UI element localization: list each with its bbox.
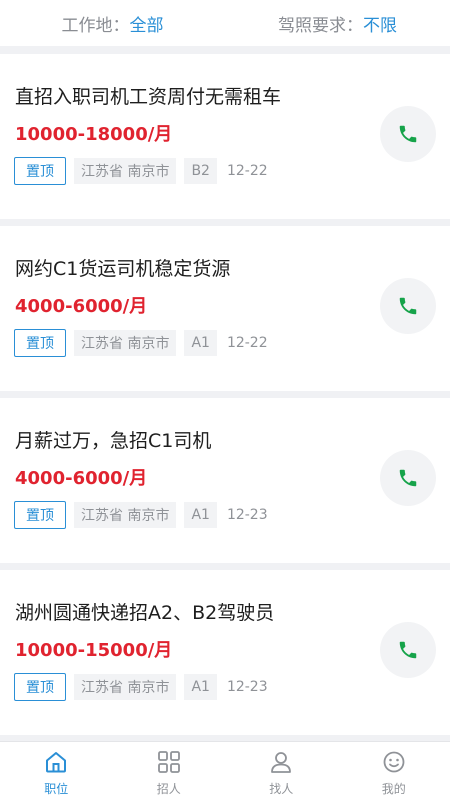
job-card[interactable]: 网约C1货运司机稳定货源 4000-6000/月 置顶 江苏省 南京市 A1 1… — [0, 226, 450, 391]
province-text: 江苏省 — [81, 680, 123, 696]
tab-jobs[interactable]: 职位 — [0, 742, 113, 800]
bottom-tab-bar: 职位 招人 找人 我的 — [0, 741, 450, 800]
job-salary: 4000-6000/月 — [15, 296, 148, 317]
call-button[interactable] — [380, 622, 436, 678]
job-card[interactable]: 湖州圆通快递招A2、B2驾驶员 10000-15000/月 置顶 江苏省 南京市… — [0, 570, 450, 735]
pinned-badge: 置顶 — [14, 157, 66, 185]
license-filter-value: 不限 — [363, 15, 397, 36]
phone-icon — [399, 297, 417, 315]
location-filter[interactable]: 工作地： 全部 — [0, 11, 225, 36]
tab-recruit-label: 招人 — [156, 782, 181, 796]
license-filter[interactable]: 驾照要求： 不限 — [225, 11, 450, 36]
post-date: 12-22 — [226, 163, 268, 179]
call-button[interactable] — [380, 450, 436, 506]
city-text: 南京市 — [127, 508, 170, 524]
license-tag: A1 — [184, 502, 217, 528]
call-button[interactable] — [380, 278, 436, 334]
province-text: 江苏省 — [81, 336, 123, 352]
job-meta: 置顶 江苏省 南京市 A1 12-23 — [14, 673, 268, 701]
city-text: 南京市 — [127, 336, 170, 352]
location-tag: 江苏省 南京市 — [74, 674, 177, 700]
job-meta: 置顶 江苏省 南京市 A1 12-22 — [14, 329, 268, 357]
job-title: 网约C1货运司机稳定货源 — [15, 258, 231, 280]
license-tag: A1 — [184, 674, 217, 700]
job-card[interactable]: 月薪过万，急招C1司机 4000-6000/月 置顶 江苏省 南京市 A1 12… — [0, 398, 450, 563]
job-salary: 4000-6000/月 — [15, 468, 148, 489]
call-button[interactable] — [380, 106, 436, 162]
license-tag: B2 — [184, 158, 217, 184]
job-salary: 10000-15000/月 — [15, 640, 173, 661]
pinned-badge: 置顶 — [14, 501, 66, 529]
tab-mine-label: 我的 — [381, 782, 406, 796]
job-title: 月薪过万，急招C1司机 — [15, 430, 212, 452]
location-filter-label: 工作地： — [61, 15, 130, 36]
tab-jobs-label: 职位 — [44, 782, 69, 796]
job-card[interactable]: 直招入职司机工资周付无需租车 10000-18000/月 置顶 江苏省 南京市 … — [0, 54, 450, 219]
location-filter-value: 全部 — [129, 15, 164, 36]
phone-icon — [399, 641, 417, 659]
province-text: 江苏省 — [81, 164, 123, 180]
location-tag: 江苏省 南京市 — [74, 330, 177, 356]
person-icon — [271, 752, 292, 773]
post-date: 12-22 — [226, 335, 268, 351]
province-text: 江苏省 — [81, 508, 123, 524]
job-list: 直招入职司机工资周付无需租车 10000-18000/月 置顶 江苏省 南京市 … — [0, 54, 450, 742]
home-icon — [46, 752, 67, 773]
post-date: 12-23 — [226, 679, 268, 695]
pinned-badge: 置顶 — [14, 329, 66, 357]
grid-icon — [157, 751, 180, 773]
phone-icon — [399, 125, 417, 143]
license-filter-label: 驾照要求： — [278, 15, 363, 36]
job-title: 湖州圆通快递招A2、B2驾驶员 — [15, 602, 275, 624]
location-tag: 江苏省 南京市 — [74, 158, 177, 184]
pinned-badge: 置顶 — [14, 673, 66, 701]
city-text: 南京市 — [127, 164, 170, 180]
tab-mine[interactable]: 我的 — [338, 742, 450, 800]
tab-find-people[interactable]: 找人 — [225, 742, 338, 800]
city-text: 南京市 — [127, 680, 170, 696]
tab-find-people-label: 找人 — [269, 782, 294, 796]
phone-icon — [399, 469, 417, 487]
smiley-icon — [383, 751, 405, 773]
job-salary: 10000-18000/月 — [15, 124, 173, 145]
license-tag: A1 — [184, 330, 217, 356]
location-tag: 江苏省 南京市 — [74, 502, 177, 528]
job-title: 直招入职司机工资周付无需租车 — [15, 86, 282, 108]
post-date: 12-23 — [226, 507, 268, 523]
tab-recruit[interactable]: 招人 — [113, 742, 226, 800]
job-meta: 置顶 江苏省 南京市 A1 12-23 — [14, 501, 268, 529]
job-meta: 置顶 江苏省 南京市 B2 12-22 — [14, 157, 268, 185]
filter-bar: 工作地： 全部 驾照要求： 不限 — [0, 0, 450, 46]
